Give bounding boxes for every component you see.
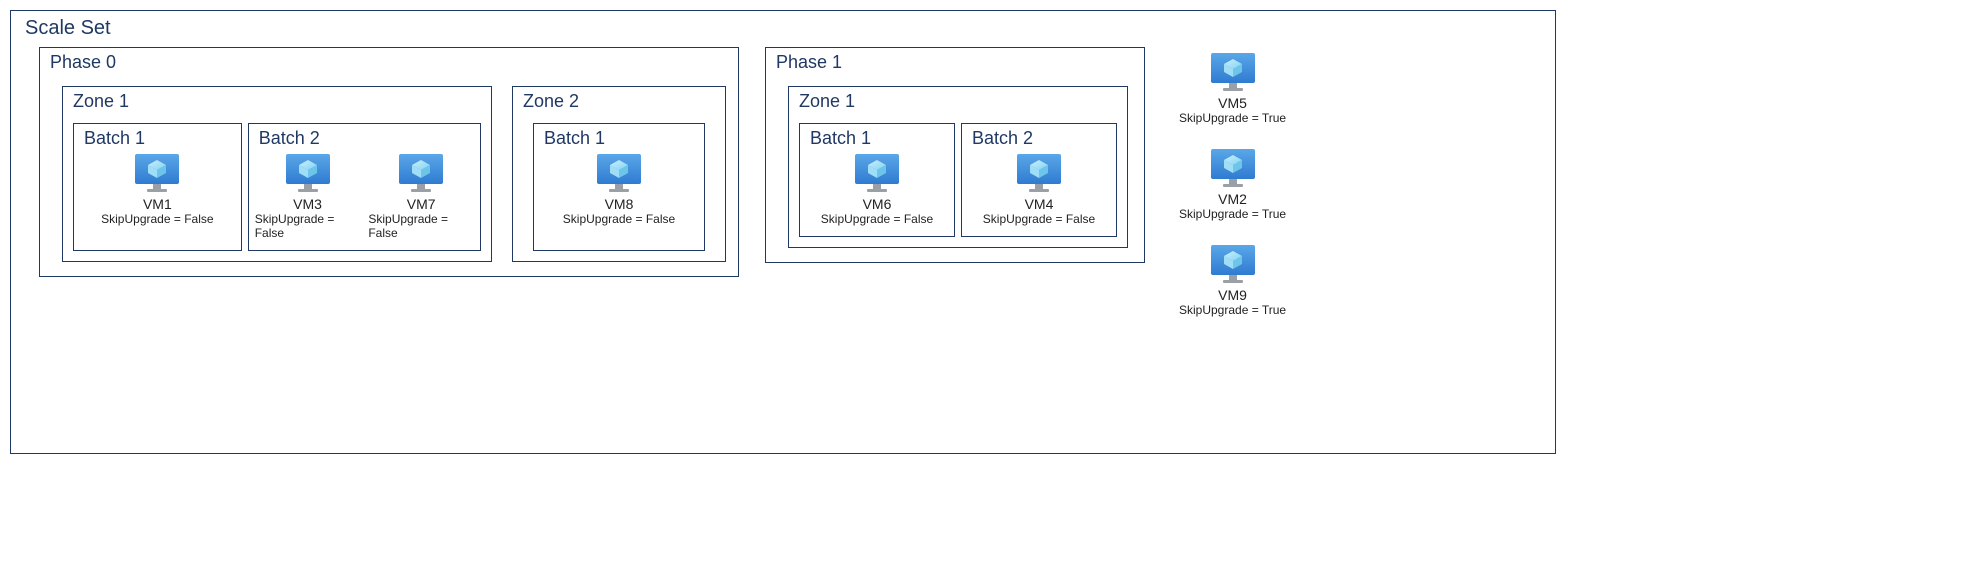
phase0-zone1-batch2: Batch 2 VM3 SkipUpgrade = False VM7 Skip… (248, 123, 481, 251)
phase0-zone2-title: Zone 2 (523, 91, 579, 112)
phase-1-title: Phase 1 (776, 52, 842, 73)
vm-skip: SkipUpgrade = False (821, 212, 933, 226)
vm-node: VM1 SkipUpgrade = False (101, 152, 213, 240)
phase-1: Phase 1 Zone 1 Batch 1 VM6 SkipUpgrade =… (765, 47, 1145, 263)
vm-icon (1209, 243, 1257, 285)
batch-title: Batch 1 (810, 128, 871, 149)
batch-title: Batch 1 (544, 128, 605, 149)
phase0-zone1-title: Zone 1 (73, 91, 129, 112)
vm-name: VM7 (407, 196, 436, 212)
phase0-zone2: Zone 2 Batch 1 VM8 SkipUpgrade = False (512, 86, 726, 262)
phase1-zone1-title: Zone 1 (799, 91, 855, 112)
vm-skip: SkipUpgrade = False (563, 212, 675, 226)
vm-skip: SkipUpgrade = False (983, 212, 1095, 226)
phase0-zone1-batch1: Batch 1 VM1 SkipUpgrade = False (73, 123, 242, 251)
vm-icon (595, 152, 643, 194)
vm-name: VM2 (1218, 191, 1247, 207)
skipped-vms: VM5 SkipUpgrade = True VM2 SkipUpgrade =… (1179, 47, 1286, 317)
phase-0: Phase 0 Zone 1 Batch 1 VM1 SkipUpgrade =… (39, 47, 739, 277)
vm-name: VM9 (1218, 287, 1247, 303)
scale-set-container: Scale Set Phase 0 Zone 1 Batch 1 VM1 Ski… (10, 10, 1556, 454)
batch-title: Batch 2 (972, 128, 1033, 149)
vm-skip: SkipUpgrade = True (1179, 303, 1286, 317)
vm-skip: SkipUpgrade = False (368, 212, 474, 240)
batch-title: Batch 1 (84, 128, 145, 149)
vm-node: VM9 SkipUpgrade = True (1179, 243, 1286, 317)
vm-skip: SkipUpgrade = True (1179, 207, 1286, 221)
vm-name: VM3 (293, 196, 322, 212)
phase0-zone2-batch1: Batch 1 VM8 SkipUpgrade = False (533, 123, 705, 251)
vm-name: VM1 (143, 196, 172, 212)
vm-node: VM5 SkipUpgrade = True (1179, 51, 1286, 125)
vm-skip: SkipUpgrade = False (255, 212, 361, 240)
vm-name: VM6 (863, 196, 892, 212)
vm-node: VM7 SkipUpgrade = False (368, 152, 474, 240)
vm-node: VM4 SkipUpgrade = False (983, 152, 1095, 226)
vm-icon (853, 152, 901, 194)
vm-skip: SkipUpgrade = False (101, 212, 213, 226)
vm-icon (133, 152, 181, 194)
vm-icon (1015, 152, 1063, 194)
vm-skip: SkipUpgrade = True (1179, 111, 1286, 125)
vm-name: VM4 (1025, 196, 1054, 212)
vm-name: VM8 (605, 196, 634, 212)
vm-node: VM2 SkipUpgrade = True (1179, 147, 1286, 221)
vm-icon (284, 152, 332, 194)
phase1-zone1-batch2: Batch 2 VM4 SkipUpgrade = False (961, 123, 1117, 237)
vm-icon (397, 152, 445, 194)
phase1-zone1-batch1: Batch 1 VM6 SkipUpgrade = False (799, 123, 955, 237)
phase-0-title: Phase 0 (50, 52, 116, 73)
vm-node: VM3 SkipUpgrade = False (255, 152, 361, 240)
scale-set-title: Scale Set (25, 17, 111, 40)
vm-icon (1209, 147, 1257, 189)
vm-name: VM5 (1218, 95, 1247, 111)
phase1-zone1: Zone 1 Batch 1 VM6 SkipUpgrade = False B… (788, 86, 1128, 248)
vm-node: VM8 SkipUpgrade = False (563, 152, 675, 240)
batch-title: Batch 2 (259, 128, 320, 149)
vm-node: VM6 SkipUpgrade = False (821, 152, 933, 226)
phase0-zone1: Zone 1 Batch 1 VM1 SkipUpgrade = False B… (62, 86, 492, 262)
vm-icon (1209, 51, 1257, 93)
